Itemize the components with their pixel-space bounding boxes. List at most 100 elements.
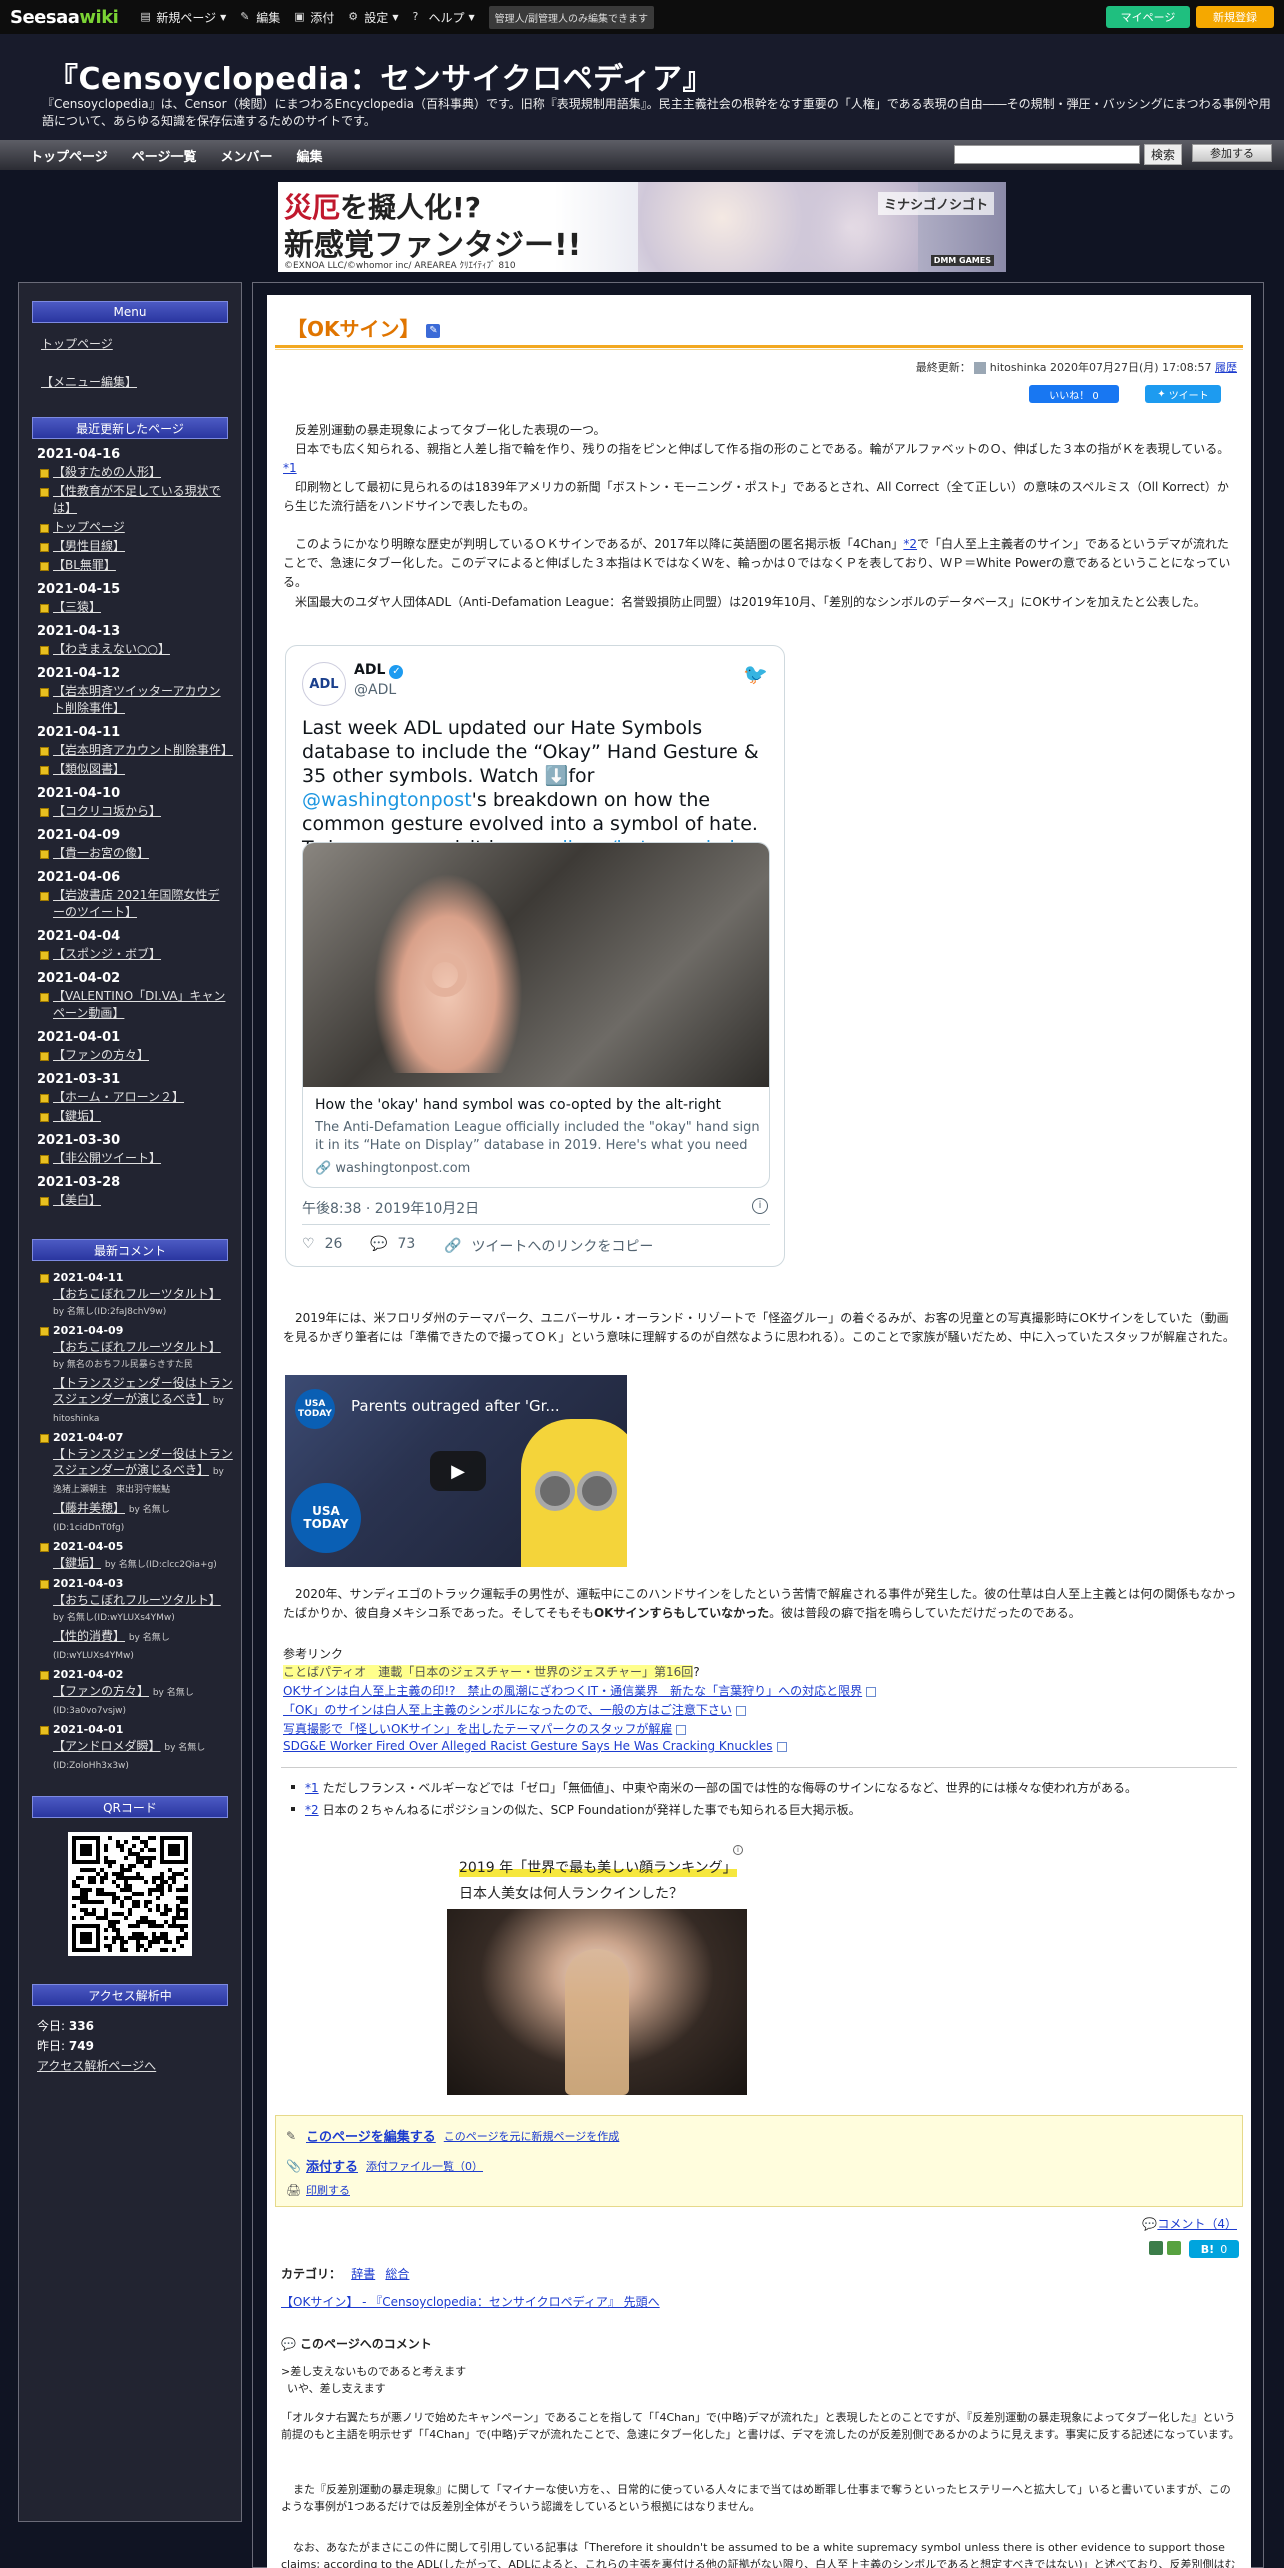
tumblr-share-icon[interactable] xyxy=(1149,2241,1163,2255)
ad-subtitle[interactable]: 日本人美女は何人ランクインした？ xyxy=(459,1883,683,1903)
recent-page-link[interactable]: 【性教育が不足している現状では】 xyxy=(19,483,241,517)
recent-page-link[interactable]: 【非公開ツイート】 xyxy=(19,1150,241,1167)
twitter-bird-icon[interactable]: 🐦 xyxy=(743,662,768,686)
comment-page-link[interactable]: 【性的消費】 xyxy=(53,1629,125,1643)
recent-comment-entry[interactable]: 【トランスジェンダー役はトランスジェンダーが演じるべき】 by hitoshin… xyxy=(19,1375,241,1427)
recent-page-link[interactable]: 【類似図書】 xyxy=(19,761,241,778)
sidebar-link-top-page[interactable]: トップページ xyxy=(19,335,241,353)
search-button[interactable]: 検索 xyxy=(1144,144,1182,165)
category-link-dictionary[interactable]: 辞書 xyxy=(351,2267,375,2281)
comment-page-link[interactable]: 【おちこぼれフルーツタルト】 xyxy=(53,1340,221,1354)
comment-page-link[interactable]: 【藤井美穂】 xyxy=(53,1501,125,1515)
nav-edit[interactable]: 編集 xyxy=(297,146,323,165)
recent-page-link[interactable]: 【美白】 xyxy=(19,1192,241,1209)
recent-page-link[interactable]: 【殺すための人形】 xyxy=(19,464,241,481)
recent-comment-entry[interactable]: 【アンドロメダ瞬】 by 名無し(ID:ZoloHh3x3w) xyxy=(19,1738,241,1774)
recent-page-link[interactable]: 【ホーム・アローン２】 xyxy=(19,1089,241,1106)
footnote-1-mark[interactable]: *1 xyxy=(305,1781,319,1795)
ad-image[interactable] xyxy=(447,1909,747,2095)
tweet-like-action[interactable]: ♡ 26 xyxy=(302,1236,342,1252)
comment-page-link[interactable]: 【トランスジェンダー役はトランスジェンダーが演じるべき】 xyxy=(53,1447,233,1477)
play-icon[interactable]: ▶ xyxy=(430,1451,486,1491)
recent-comment-entry[interactable]: 【性的消費】 by 名無し(ID:wYLUXs4YMw) xyxy=(19,1628,241,1664)
recent-page-link[interactable]: 【貴一お宮の像】 xyxy=(19,845,241,862)
recent-page-link[interactable]: 【岩本明斉ツイッターアカウント削除事件】 xyxy=(19,683,241,717)
attach-link[interactable]: 添付する xyxy=(306,2156,358,2175)
nav-page-list[interactable]: ページ一覧 xyxy=(132,146,197,165)
comments-link[interactable]: 💬コメント（4） xyxy=(1142,2215,1237,2232)
sidebar-link-menu-edit[interactable]: 【メニュー編集】 xyxy=(19,373,241,391)
site-title[interactable]: 『Censoyclopedia：センサイクロペディア』 xyxy=(48,54,713,98)
comment-page-link[interactable]: 【おちこぼれフルーツタルト】 xyxy=(53,1287,221,1301)
print-link[interactable]: 印刷する xyxy=(306,2182,350,2198)
recent-page-link[interactable]: 【スポンジ・ボブ】 xyxy=(19,946,241,963)
tweet-timestamp[interactable]: 午後8:38 · 2019年10月2日 xyxy=(302,1198,479,1218)
nav-top-page[interactable]: トップページ xyxy=(30,146,108,165)
tweet-author-name[interactable]: ADL ✓ xyxy=(354,662,404,679)
reference-link-1[interactable]: ことばパティオ 連載「日本のジェスチャー・世界のジェスチャー」第16回? xyxy=(283,1663,700,1680)
recent-comment-entry[interactable]: 【おちこぼれフルーツタルト】 by 無名のおちフル民暴らきすた民 xyxy=(19,1339,241,1373)
recent-comment-entry[interactable]: 【鍵垢】 by 名無し(ID:clcc2Qia+g) xyxy=(19,1555,241,1573)
seesaa-wiki-logo[interactable]: Seesaawiki xyxy=(10,7,119,28)
recent-page-link[interactable]: 【VALENTINO「DI.VA」キャンペーン動画】 xyxy=(19,988,241,1022)
ad-banner[interactable]: 災厄を擬人化!? 新感覚ファンタジー!! ©EXNOA LLC/©whomor … xyxy=(278,182,1006,272)
footnote-link-1[interactable]: *1 xyxy=(283,461,297,475)
tweet-mention-link[interactable]: @washingtonpost xyxy=(302,789,472,811)
recent-comment-entry[interactable]: 【おちこぼれフルーツタルト】 by 名無し(ID:wYLUXs4YMw) xyxy=(19,1592,241,1626)
category-link-general[interactable]: 総合 xyxy=(385,2267,409,2281)
tweet-button[interactable]: ✦ ツイート xyxy=(1145,385,1221,403)
recent-page-link[interactable]: 【鍵垢】 xyxy=(19,1108,241,1125)
recent-page-link[interactable]: 【岩波書店 2021年国際女性デーのツイート】 xyxy=(19,887,241,921)
settings-menu[interactable]: ⚙ 設定 ▼ xyxy=(348,9,398,26)
edit-page-link[interactable]: このページを編集する xyxy=(306,2126,436,2145)
recent-page-link[interactable]: 【男性目線】 xyxy=(19,538,241,555)
help-menu[interactable]: ? ヘルプ ▼ xyxy=(412,9,474,26)
tweet-author-handle[interactable]: @ADL xyxy=(354,682,396,698)
footnote-2-mark[interactable]: *2 xyxy=(305,1803,319,1817)
recent-comment-entry[interactable]: 【藤井美穂】 by 名無し(ID:1cidDnT0fg) xyxy=(19,1500,241,1536)
tweet-avatar[interactable]: ADL xyxy=(302,662,346,706)
history-link[interactable]: 履歴 xyxy=(1215,361,1237,374)
attachment-list-link[interactable]: 添付ファイル一覧（0） xyxy=(366,2158,483,2174)
recent-page-link[interactable]: 【三猿】 xyxy=(19,599,241,616)
search-input[interactable] xyxy=(954,145,1140,164)
reference-link-3[interactable]: 「OK」のサインは白人至上主義のシンボルになったので、一般の方はご注意下さい xyxy=(283,1701,746,1718)
embedded-video[interactable]: USA TODAY Parents outraged after 'Gr... … xyxy=(285,1375,627,1567)
recent-comment-entry[interactable]: 【おちこぼれフルーツタルト】 by 名無し(ID:2faJ8chV9w) xyxy=(19,1286,241,1320)
new-page-menu[interactable]: ▤ 新規ページ ▼ xyxy=(140,9,226,26)
evernote-share-icon[interactable] xyxy=(1167,2241,1181,2255)
nav-members[interactable]: メンバー xyxy=(221,146,273,165)
mypage-button[interactable]: マイページ xyxy=(1106,6,1190,28)
access-analytics-link[interactable]: アクセス解析ページへ xyxy=(37,2059,156,2073)
hatena-bookmark-button[interactable]: B! 0 xyxy=(1189,2240,1239,2258)
comment-page-link[interactable]: 【トランスジェンダー役はトランスジェンダーが演じるべき】 xyxy=(53,1376,233,1406)
recent-comment-entry[interactable]: 【ファンの方々】 by 名無し(ID:3a0vo7vsjw) xyxy=(19,1683,241,1719)
footnote-link-2[interactable]: *2 xyxy=(903,537,917,551)
new-page-from-this-link[interactable]: このページを元に新規ページを作成 xyxy=(444,2128,620,2144)
usa-today-channel-icon[interactable]: USA TODAY xyxy=(295,1389,335,1429)
reference-link-4[interactable]: 写真撮影で「怪しいOKサイン」を出したテーマパークのスタッフが解雇 xyxy=(283,1720,687,1737)
recent-page-link[interactable]: 【BL無罪】 xyxy=(19,557,241,574)
breadcrumb[interactable]: 【OKサイン】 - 『Censoyclopedia：センサイクロペディア』 先頭… xyxy=(281,2293,660,2310)
comment-page-link[interactable]: 【おちこぼれフルーツタルト】 xyxy=(53,1593,221,1607)
reference-link-5[interactable]: SDG&E Worker Fired Over Alleged Racist G… xyxy=(283,1739,787,1753)
video-title[interactable]: Parents outraged after 'Gr... xyxy=(351,1397,560,1415)
recent-page-link[interactable]: 【岩本明斉アカウント削除事件】 xyxy=(19,742,241,759)
join-button[interactable]: 参加する xyxy=(1192,144,1272,162)
comment-page-link[interactable]: 【アンドロメダ瞬】 xyxy=(53,1739,161,1753)
ad-info-icon[interactable]: i xyxy=(733,1845,743,1855)
edit-menu[interactable]: ✎ 編集 xyxy=(240,9,280,26)
comment-page-link[interactable]: 【鍵垢】 xyxy=(53,1556,101,1570)
tweet-reply-action[interactable]: 💬 73 xyxy=(370,1236,415,1252)
comment-page-link[interactable]: 【ファンの方々】 xyxy=(53,1684,149,1698)
attach-menu[interactable]: ▣ 添付 xyxy=(294,9,334,26)
facebook-like-button[interactable]: いいね！ 0 xyxy=(1029,385,1119,403)
tweet-copy-link-action[interactable]: 🔗 ツイートへのリンクをコピー xyxy=(444,1236,653,1256)
recent-page-link[interactable]: 【コクリコ坂から】 xyxy=(19,803,241,820)
recent-page-link[interactable]: トップページ xyxy=(19,519,241,536)
recent-comment-entry[interactable]: 【トランスジェンダー役はトランスジェンダーが演じるべき】 by 逸猪上瀬朝主 東… xyxy=(19,1446,241,1498)
recent-page-link[interactable]: 【ファンの方々】 xyxy=(19,1047,241,1064)
info-icon[interactable]: i xyxy=(752,1198,768,1214)
embedded-tweet[interactable]: ADL ADL ✓ @ADL 🐦 Last week ADL updated ou… xyxy=(285,645,785,1267)
pencil-icon[interactable]: ✎ xyxy=(426,323,441,338)
